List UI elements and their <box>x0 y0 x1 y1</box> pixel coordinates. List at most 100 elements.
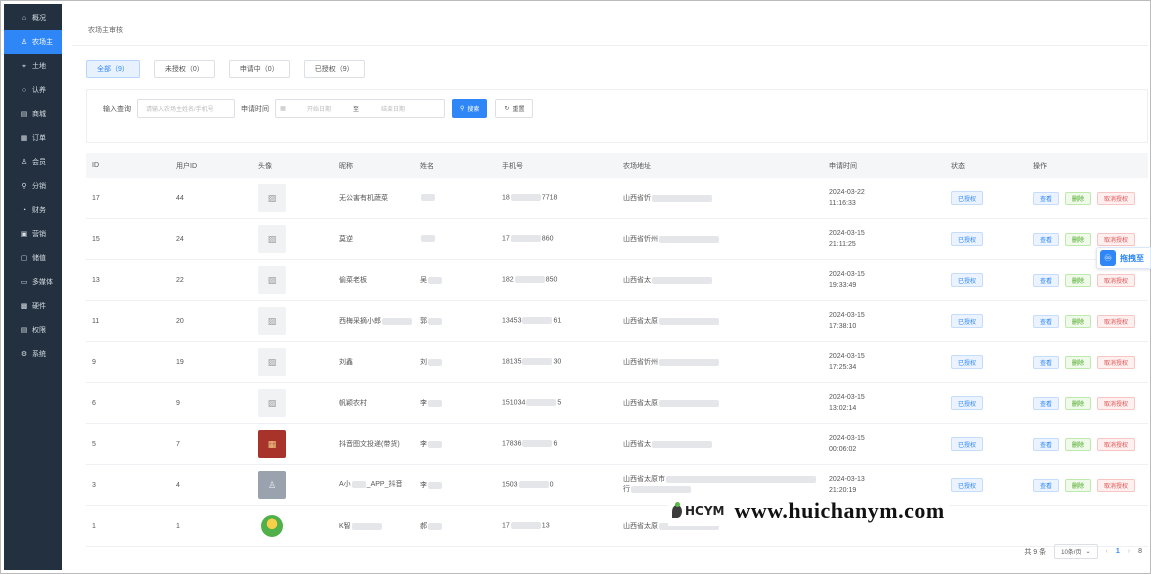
prev-page-button[interactable]: ‹ <box>1106 548 1108 555</box>
tab-1[interactable]: 未授权（0） <box>153 60 215 78</box>
cell-phone: 13453 61 <box>496 317 617 325</box>
column-header: 状态 <box>951 162 965 170</box>
redacted-block <box>659 235 719 243</box>
delete-button[interactable]: 删除 <box>1065 314 1092 328</box>
apply-date: 2024-03-15 <box>829 435 865 442</box>
sidebar-item-media[interactable]: ▭ 多媒体 <box>4 270 62 294</box>
drag-float-button[interactable]: ♾ 拖拽至 <box>1096 247 1151 269</box>
status-tabs: 全部（9） 未授权（0） 申请中（0） 已授权（9） <box>86 60 365 78</box>
sidebar-item-label: 订单 <box>32 135 46 142</box>
cell-name: 郝 <box>414 521 496 531</box>
delete-button[interactable]: 删除 <box>1065 273 1092 287</box>
cell-apply-time: 2024-03-15 17:25:34 <box>823 351 945 373</box>
total-count: 共 9 条 <box>1024 548 1047 556</box>
revoke-auth-button[interactable]: 取消授权 <box>1097 314 1136 328</box>
search-button-label: 搜索 <box>467 107 480 113</box>
revoke-auth-button[interactable]: 取消授权 <box>1097 396 1136 410</box>
sidebar-item-shop[interactable]: ▤ 商城 <box>4 102 62 126</box>
sidebar-item-land[interactable]: ⌖ 土地 <box>4 54 62 78</box>
sidebar-item-distribution[interactable]: ⚲ 分销 <box>4 174 62 198</box>
cell-address: 山西省太 <box>617 439 823 449</box>
poster-image-icon: ▦ <box>267 438 277 449</box>
redacted-block <box>428 317 442 325</box>
cell-avatar: ▨ <box>252 184 333 212</box>
tab-2[interactable]: 申请中（0） <box>228 60 290 78</box>
view-button[interactable]: 查看 <box>1033 396 1060 410</box>
sidebar-item-member[interactable]: ♙ 会员 <box>4 150 62 174</box>
sidebar-item-label: 财务 <box>32 207 46 214</box>
view-button[interactable]: 查看 <box>1033 273 1060 287</box>
reset-button[interactable]: ↻ 重置 <box>495 99 534 118</box>
redacted-block <box>510 194 541 202</box>
phone-suffix: 6 <box>553 440 558 448</box>
page-size-select[interactable]: 10条/页 ⌄ <box>1054 544 1098 559</box>
delete-button[interactable]: 删除 <box>1065 355 1092 369</box>
search-input[interactable]: 请输入农场主姓名/手机号 <box>137 99 235 118</box>
date-range-picker[interactable]: ▦ 开始日期 至 结束日期 <box>275 99 445 118</box>
nickname-text: 莫逆 <box>339 236 353 243</box>
redacted-block <box>518 481 549 489</box>
cell-phone: 17 860 <box>496 235 617 243</box>
view-button[interactable]: 查看 <box>1033 478 1060 492</box>
next-page-button[interactable]: › <box>1128 548 1130 555</box>
cell-address: 山西省忻州 <box>617 357 823 367</box>
tab-3[interactable]: 已授权（9） <box>303 60 365 78</box>
search-button[interactable]: ⚲ 搜索 <box>452 99 488 118</box>
apply-date: 2024-03-15 <box>829 312 865 319</box>
revoke-auth-button[interactable]: 取消授权 <box>1097 191 1136 205</box>
column-header: 昵称 <box>339 162 353 170</box>
cell-id: 3 <box>92 481 96 489</box>
sidebar-item-permission[interactable]: ▤ 权限 <box>4 318 62 342</box>
sidebar-item-label: 多媒体 <box>32 279 53 286</box>
sidebar-item-stored-value[interactable]: ▢ 储值 <box>4 246 62 270</box>
sidebar-item-hardware[interactable]: ▩ 硬件 <box>4 294 62 318</box>
revoke-auth-button[interactable]: 取消授权 <box>1097 478 1136 492</box>
apply-time: 17:25:34 <box>829 364 857 371</box>
cell-nickname: A小 _APP_抖音 <box>333 480 414 490</box>
view-button[interactable]: 查看 <box>1033 355 1060 369</box>
revoke-auth-button[interactable]: 取消授权 <box>1097 355 1136 369</box>
status-badge: 已授权 <box>951 232 984 246</box>
sidebar-item-adopt[interactable]: ○ 认养 <box>4 78 62 102</box>
delete-button[interactable]: 删除 <box>1065 396 1092 410</box>
status-badge: 已授权 <box>951 191 984 205</box>
delete-button[interactable]: 删除 <box>1065 478 1092 492</box>
delete-button[interactable]: 删除 <box>1065 191 1092 205</box>
table-row: 11 20 ▨ 西梅采摘小郎 郭 13453 61 山西省太原 2024-03-15 17:38:… <box>86 301 1148 342</box>
name-text: 吴 <box>420 277 427 284</box>
sidebar-item-user[interactable]: ♙ 农场主 <box>4 30 62 54</box>
cell-apply-time: 2024-03-15 21:11:25 <box>823 228 945 250</box>
status-badge: 已授权 <box>951 478 984 492</box>
page-1-button[interactable]: 1 <box>1116 548 1120 555</box>
tab-0[interactable]: 全部（9） <box>86 60 140 78</box>
column-header: ID <box>92 162 99 169</box>
member-icon: ♙ <box>20 158 28 166</box>
sidebar: ⌂ 概况 ♙ 农场主 ⌖ 土地 ○ 认养 ▤ 商城 ▦ 订单 ♙ 会员 ⚲ 分销 ◔ 财务 ▣ 营销 ▢ 储值 ▭ 多媒体 ▩ 硬… <box>4 4 62 570</box>
redacted-block <box>428 522 442 530</box>
sidebar-item-finance[interactable]: ◔ 财务 <box>4 198 62 222</box>
view-button[interactable]: 查看 <box>1033 232 1060 246</box>
cell-address: 山西省太原 <box>617 398 823 408</box>
page-jump[interactable]: 8 <box>1138 548 1142 555</box>
cell-status: 已授权 <box>945 396 1027 410</box>
watermark-logo: HCYM <box>672 501 724 518</box>
view-button[interactable]: 查看 <box>1033 437 1060 451</box>
sidebar-item-home[interactable]: ⌂ 概况 <box>4 6 62 30</box>
revoke-auth-button[interactable]: 取消授权 <box>1097 273 1136 287</box>
sidebar-item-order[interactable]: ▦ 订单 <box>4 126 62 150</box>
cell-apply-time: 2024-03-22 11:16:33 <box>823 187 945 209</box>
image-placeholder-icon: ▨ <box>267 274 277 285</box>
view-button[interactable]: 查看 <box>1033 314 1060 328</box>
delete-button[interactable]: 删除 <box>1065 437 1092 451</box>
delete-button[interactable]: 删除 <box>1065 232 1092 246</box>
cell-apply-time: 2024-03-15 17:38:10 <box>823 310 945 332</box>
apply-time: 19:33:49 <box>829 282 857 289</box>
column-header: 手机号 <box>502 162 523 170</box>
sidebar-item-marketing[interactable]: ▣ 营销 <box>4 222 62 246</box>
cell-id: 6 <box>92 399 96 407</box>
view-button[interactable]: 查看 <box>1033 191 1060 205</box>
revoke-auth-button[interactable]: 取消授权 <box>1097 437 1136 451</box>
sidebar-item-settings[interactable]: ⚙ 系统 <box>4 342 62 366</box>
revoke-auth-button[interactable]: 取消授权 <box>1097 232 1136 246</box>
cell-actions: 查看 删除 取消授权 <box>1027 396 1148 410</box>
